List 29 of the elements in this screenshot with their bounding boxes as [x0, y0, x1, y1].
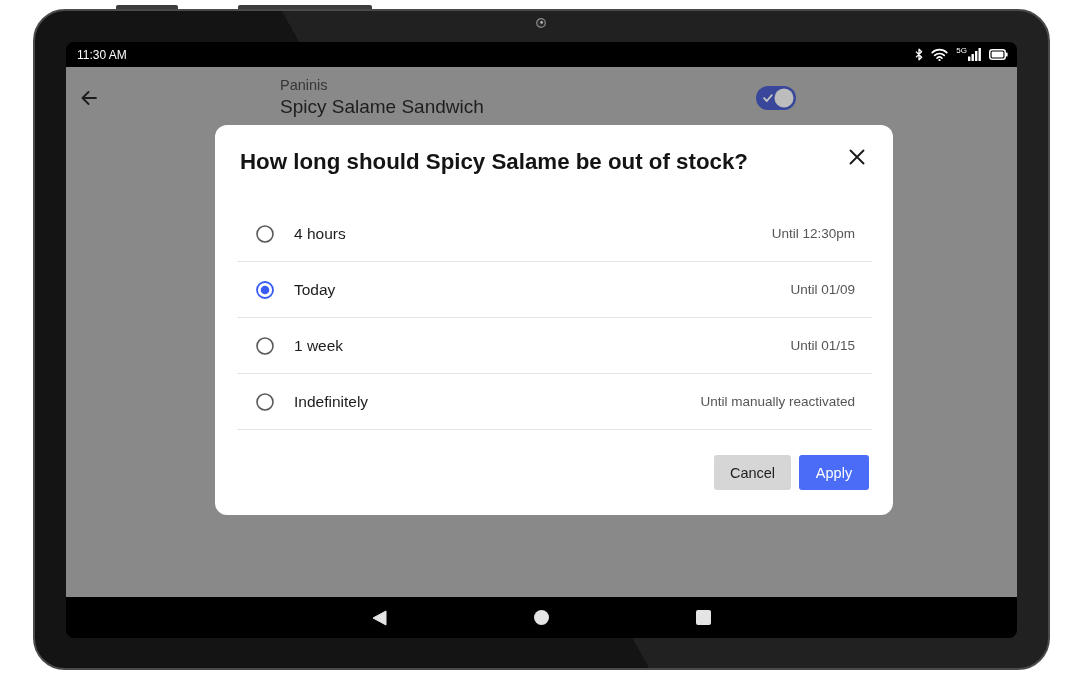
option-detail: Until 01/15 [790, 338, 855, 353]
signal-bars-icon [968, 48, 981, 61]
wifi-icon [931, 48, 949, 61]
home-icon[interactable] [534, 610, 549, 625]
toggle-switch[interactable] [756, 86, 796, 110]
status-time: 11:30 AM [77, 47, 127, 62]
item-title: Spicy Salame Sandwich [280, 95, 485, 119]
close-icon[interactable] [849, 149, 865, 165]
back-icon[interactable] [372, 609, 387, 626]
option-detail: Until 01/09 [790, 282, 855, 297]
radio-button[interactable] [256, 336, 274, 355]
bluetooth-icon [915, 48, 924, 61]
option-label: 4 hours [294, 224, 346, 243]
option-detail: Until 12:30pm [771, 226, 855, 241]
option-label: 1 week [294, 336, 344, 355]
network-type-label: 5G [956, 46, 967, 55]
radio-button[interactable] [256, 392, 274, 411]
camera-icon [536, 18, 546, 28]
radio-button[interactable] [256, 280, 274, 299]
cancel-button[interactable]: Cancel [714, 455, 791, 490]
option-label: Indefinitely [294, 392, 369, 411]
radio-button[interactable] [256, 224, 274, 243]
back-arrow-icon[interactable] [81, 91, 97, 105]
option-detail: Until manually reactivated [700, 394, 855, 409]
apply-button[interactable]: Apply [799, 455, 869, 490]
option-label: Today [294, 280, 336, 299]
battery-icon [989, 49, 1008, 60]
dialog-title: How long should Spicy Salame be out of stock? [240, 148, 748, 176]
category-label: Paninis [280, 76, 329, 94]
